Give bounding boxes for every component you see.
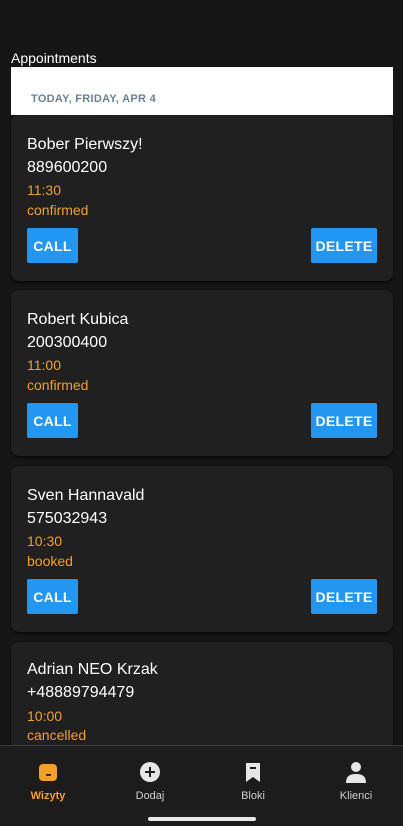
date-label: TODAY, FRIDAY, APR 4 bbox=[31, 93, 157, 105]
client-name: Robert Kubica bbox=[27, 311, 129, 328]
tab-dodaj[interactable]: Dodaj bbox=[100, 746, 200, 806]
client-name: Bober Pierwszy! bbox=[27, 136, 143, 153]
tab-bloki[interactable]: Bloki bbox=[203, 746, 303, 806]
appointment-card: Bober Pierwszy! 889600200 11:30 confirme… bbox=[11, 115, 393, 281]
delete-button[interactable]: DELETE bbox=[311, 403, 377, 438]
tab-label: Wizyty bbox=[30, 790, 66, 802]
page-title: Appointments bbox=[11, 50, 97, 66]
appointment-status: confirmed bbox=[27, 202, 89, 218]
tab-label: Dodaj bbox=[135, 790, 165, 802]
appointment-card: Sven Hannavald 575032943 10:30 booked CA… bbox=[11, 466, 393, 632]
delete-button[interactable]: DELETE bbox=[311, 579, 377, 614]
person-icon bbox=[346, 762, 366, 783]
delete-button[interactable]: DELETE bbox=[311, 228, 377, 263]
client-name: Adrian NEO Krzak bbox=[27, 661, 158, 678]
call-button[interactable]: CALL bbox=[27, 579, 78, 614]
date-section-header: TODAY, FRIDAY, APR 4 bbox=[11, 67, 393, 115]
call-button[interactable]: CALL bbox=[27, 228, 78, 263]
appointment-time: 11:30 bbox=[27, 182, 61, 198]
appointment-status: cancelled bbox=[27, 727, 87, 743]
app-screen: Appointments TODAY, FRIDAY, APR 4 Bober … bbox=[0, 0, 403, 826]
appointment-card: Adrian NEO Krzak +48889794479 10:00 canc… bbox=[11, 642, 393, 745]
appointment-status: booked bbox=[27, 553, 73, 569]
tab-wizyty[interactable]: Wizyty bbox=[0, 746, 98, 806]
call-button[interactable]: CALL bbox=[27, 403, 78, 438]
tab-label: Klienci bbox=[339, 790, 373, 802]
client-phone: 889600200 bbox=[27, 159, 108, 176]
client-phone: 200300400 bbox=[27, 334, 108, 351]
status-bar bbox=[0, 0, 403, 40]
calendar-icon bbox=[39, 764, 57, 781]
appointments-list[interactable]: Bober Pierwszy! 889600200 11:30 confirme… bbox=[0, 115, 403, 745]
tab-klienci[interactable]: Klienci bbox=[306, 746, 403, 806]
tab-label: Bloki bbox=[241, 790, 265, 802]
bottom-tab-bar: Wizyty Dodaj Bloki Klienci bbox=[0, 745, 403, 826]
home-indicator[interactable] bbox=[148, 817, 256, 821]
appointment-time: 10:00 bbox=[27, 708, 63, 724]
client-name: Sven Hannavald bbox=[27, 487, 145, 504]
add-circle-icon bbox=[140, 762, 160, 782]
appointment-time: 11:00 bbox=[27, 357, 61, 373]
appointment-status: confirmed bbox=[27, 377, 89, 393]
bookmark-icon bbox=[246, 763, 260, 782]
appointment-card: Robert Kubica 200300400 11:00 confirmed … bbox=[11, 290, 393, 456]
client-phone: 575032943 bbox=[27, 510, 108, 527]
appointment-time: 10:30 bbox=[27, 533, 63, 549]
client-phone: +48889794479 bbox=[27, 684, 135, 701]
